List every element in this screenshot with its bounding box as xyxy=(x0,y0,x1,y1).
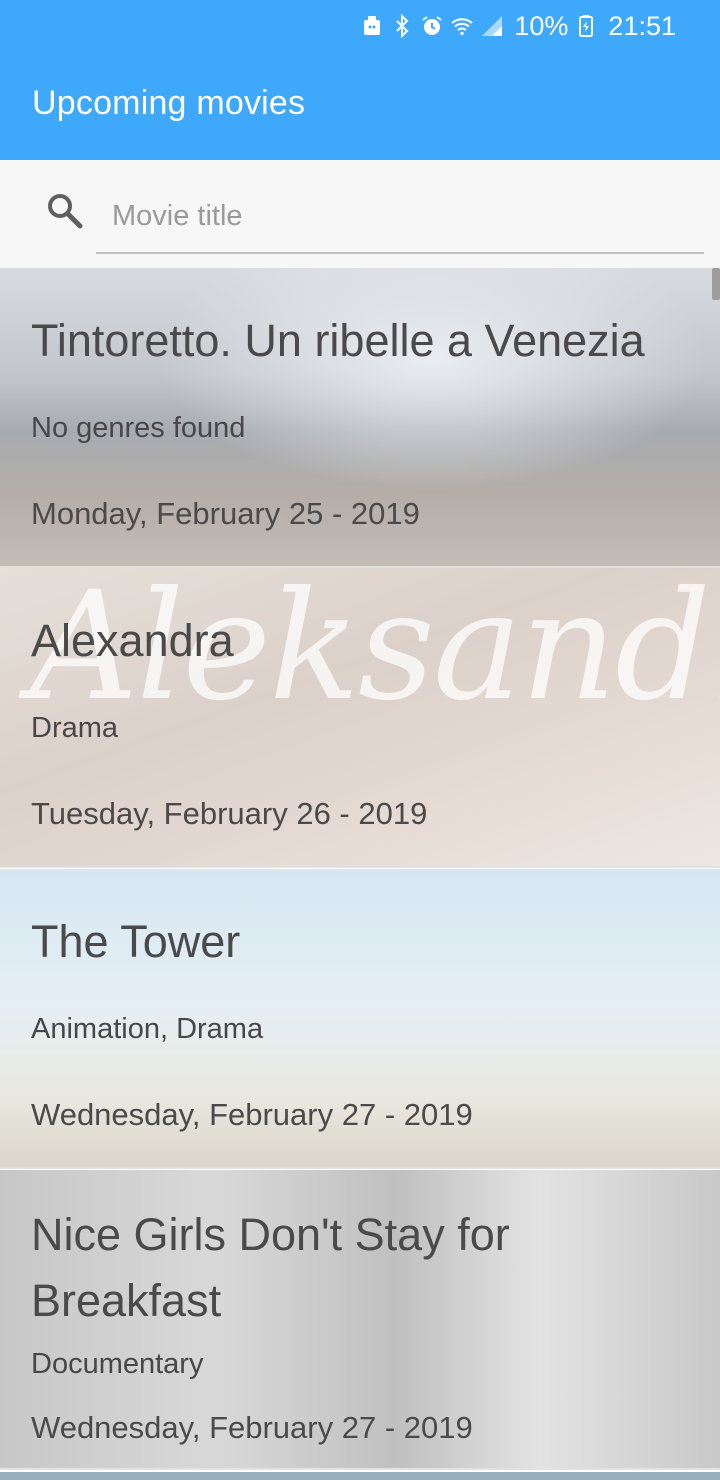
movie-card-next[interactable] xyxy=(0,1472,720,1480)
movie-card-tintoretto[interactable]: Tintoretto. Un ribelle a Venezia No genr… xyxy=(0,268,720,568)
movie-card-nice-girls[interactable]: Nice Girls Don't Stay for Breakfast Docu… xyxy=(0,1170,720,1470)
movie-title: Tintoretto. Un ribelle a Venezia xyxy=(31,315,645,366)
movie-release-date: Wednesday, February 27 - 2019 xyxy=(31,1410,473,1445)
movie-list[interactable]: Tintoretto. Un ribelle a Venezia No genr… xyxy=(0,268,720,1480)
list-scrollbar[interactable] xyxy=(712,268,720,300)
page-title: Upcoming movies xyxy=(32,84,306,122)
search-icon[interactable] xyxy=(44,190,84,230)
movie-release-date: Tuesday, February 26 - 2019 xyxy=(31,796,428,831)
bluetooth-icon xyxy=(390,14,414,38)
movie-genres: Documentary xyxy=(31,1348,204,1380)
movie-title: Alexandra xyxy=(31,615,234,666)
movie-card-the-tower[interactable]: The Tower Animation, Drama Wednesday, Fe… xyxy=(0,869,720,1169)
movie-genres: No genres found xyxy=(31,412,246,444)
movie-genres: Animation, Drama xyxy=(31,1013,264,1045)
movie-release-date: Monday, February 25 - 2019 xyxy=(31,496,420,531)
movie-release-date: Wednesday, February 27 - 2019 xyxy=(31,1097,473,1132)
status-time: 21:51 xyxy=(608,10,676,41)
movie-card-alexandra[interactable]: Aleksandra Alexandra Drama Tuesday, Febr… xyxy=(0,568,720,868)
alarm-icon xyxy=(420,14,444,38)
signal-icon xyxy=(480,14,504,38)
app-bar: 10% 21:51 Upcoming movies xyxy=(0,0,720,160)
battery-percent: 10% xyxy=(514,10,569,41)
movie-title: The Tower xyxy=(31,916,241,967)
app-screen: 10% 21:51 Upcoming movies Tintoretto. Un… xyxy=(0,0,720,1480)
status-bar: 10% 21:51 xyxy=(360,0,720,52)
android-icon xyxy=(360,14,384,38)
battery-charging-icon xyxy=(574,14,598,38)
movie-title: Nice Girls Don't Stay for Breakfast xyxy=(31,1209,510,1326)
wifi-icon xyxy=(450,14,474,38)
movie-genres: Drama xyxy=(31,712,119,744)
movie-search-input[interactable] xyxy=(96,180,704,254)
